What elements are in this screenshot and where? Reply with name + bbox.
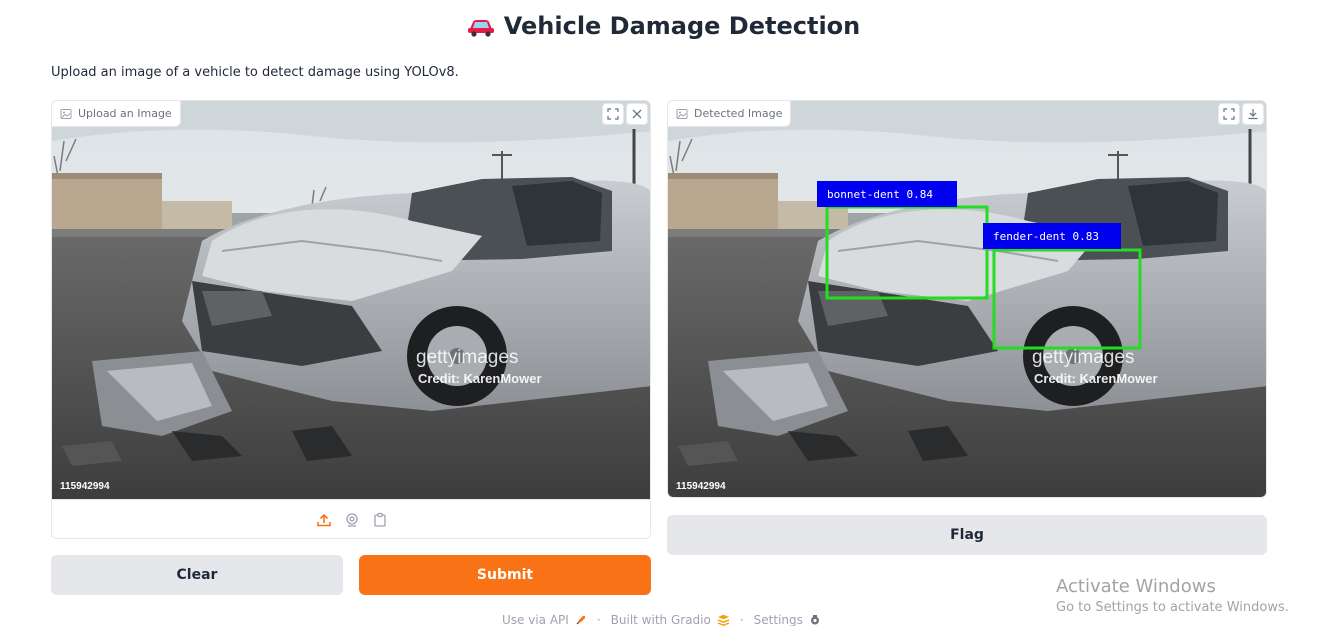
image-icon <box>60 108 72 119</box>
activate-windows-title: Activate Windows <box>1056 576 1216 597</box>
clear-button[interactable]: Clear <box>51 555 343 595</box>
detected-vehicle-image: bonnet-dent 0.84 fender-dent 0.83 gettyi… <box>668 101 1267 498</box>
close-icon <box>632 109 642 119</box>
settings-icon[interactable] <box>809 614 821 626</box>
watermark-credit: Credit: KarenMower <box>418 371 542 386</box>
detection-label-fender: fender-dent 0.83 <box>993 230 1099 243</box>
detection-label-bonnet: bonnet-dent 0.84 <box>827 188 933 201</box>
upload-image-label-text: Upload an Image <box>78 107 172 120</box>
uploaded-vehicle-image: gettyimages Credit: KarenMower 115942994 <box>52 101 651 499</box>
activate-windows-subtitle: Go to Settings to activate Windows. <box>1056 600 1289 615</box>
detected-image-label-text: Detected Image <box>694 107 783 120</box>
download-button[interactable] <box>1242 103 1264 125</box>
image-icon <box>676 108 688 119</box>
detected-image-label: Detected Image <box>668 101 792 127</box>
submit-button[interactable]: Submit <box>359 555 651 595</box>
rocket-icon <box>576 616 585 625</box>
car-icon <box>467 20 494 37</box>
download-icon <box>1248 109 1258 120</box>
footer-separator: · <box>739 613 744 626</box>
clear-image-button[interactable] <box>626 103 648 125</box>
page-title-text: Vehicle Damage Detection <box>503 12 861 40</box>
upload-icon[interactable] <box>316 512 332 528</box>
upload-image-label: Upload an Image <box>52 101 181 127</box>
footer-separator: · <box>596 613 601 626</box>
gradio-logo-icon <box>717 614 730 626</box>
watermark-brand: gettyimages <box>416 347 518 368</box>
detected-panel-tools <box>1216 101 1266 127</box>
clipboard-icon[interactable] <box>372 512 388 528</box>
page-title: Vehicle Damage Detection <box>0 12 1326 40</box>
built-with-gradio-link[interactable]: Built with Gradio <box>611 613 711 626</box>
fullscreen-button[interactable] <box>1218 103 1240 125</box>
flag-button[interactable]: Flag <box>667 515 1267 555</box>
image-id: 115942994 <box>60 481 110 492</box>
upload-image-panel[interactable]: Upload an Image gettyimages Credit: Kare… <box>51 100 651 539</box>
watermark-credit: Credit: KarenMower <box>1034 371 1158 386</box>
detected-image-panel: Detected Image bonnet-dent 0.84 fender-d… <box>667 100 1267 498</box>
description: Upload an image of a vehicle to detect d… <box>51 65 459 80</box>
use-via-api-link[interactable]: Use via API <box>502 613 569 626</box>
watermark-brand: gettyimages <box>1032 347 1134 368</box>
settings-link[interactable]: Settings <box>754 613 803 626</box>
fullscreen-button[interactable] <box>602 103 624 125</box>
activate-windows-watermark: Activate Windows Go to Settings to activ… <box>1056 576 1289 615</box>
upload-panel-tools <box>600 101 650 127</box>
webcam-icon[interactable] <box>344 512 360 528</box>
fullscreen-icon <box>1223 108 1235 120</box>
footer: Use via API · Built with Gradio · Settin… <box>502 613 821 626</box>
fullscreen-icon <box>607 108 619 120</box>
image-id: 115942994 <box>676 481 726 492</box>
upload-source-bar <box>52 499 650 538</box>
